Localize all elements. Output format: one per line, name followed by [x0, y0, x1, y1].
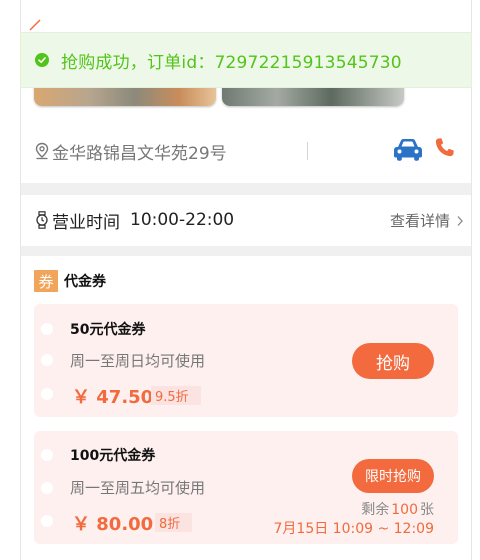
chevron-right-icon: [457, 215, 463, 226]
success-check-icon: [35, 53, 49, 67]
discount-badge: 8折: [155, 513, 193, 532]
stock-prefix: 剩余: [361, 502, 390, 518]
stock-suffix: 张: [420, 502, 434, 518]
discount-badge: 9.5折: [151, 386, 201, 405]
stock-count: 100: [391, 502, 418, 518]
voucher-usage: 周一至周五均可使用: [70, 479, 206, 497]
store-photo[interactable]: [222, 86, 404, 106]
voucher-card[interactable]: 100元代金券 周一至周五均可使用 ￥ 80.00 8折 限时抢购 剩余 100 张…: [34, 431, 458, 544]
remaining-stock: 剩余 100 张: [361, 499, 434, 519]
voucher-card[interactable]: 50元代金券 周一至周日均可使用 ￥ 47.50 9.5折 抢购: [34, 304, 458, 417]
address-text: 金华路锦昌文华苑29号: [52, 143, 227, 164]
card-dot: [41, 354, 53, 366]
voucher-section-title: 代金券: [64, 274, 106, 290]
voucher-name: 50元代金券: [70, 322, 146, 338]
sale-time-window: 7月15日 10:09 ~ 12:09: [273, 521, 435, 537]
location-pin-icon: [35, 142, 49, 160]
store-photo[interactable]: [34, 86, 216, 106]
card-dot: [41, 482, 53, 494]
photo-strip: [34, 86, 404, 108]
card-dot: [41, 388, 53, 400]
card-dot: [41, 515, 53, 527]
watch-icon: [36, 211, 48, 229]
view-details-label: 查看详情: [389, 212, 450, 230]
divider: [307, 142, 308, 160]
car-icon[interactable]: [392, 136, 424, 162]
voucher-usage: 周一至周日均可使用: [70, 352, 206, 370]
hours-value: 10:00-22:00: [130, 210, 235, 230]
phone-icon[interactable]: [432, 136, 456, 160]
voucher-section-header: 券 代金券: [34, 270, 106, 292]
section-gap: [21, 183, 471, 195]
corner-mark: [29, 19, 41, 31]
voucher-price: ￥ 80.00: [72, 514, 154, 535]
section-gap: [21, 246, 471, 256]
buy-button[interactable]: 抢购: [352, 343, 434, 379]
card-dot: [41, 449, 53, 461]
voucher-price: ￥ 47.50: [72, 387, 154, 408]
hours-label: 营业时间: [52, 212, 120, 233]
flash-sale-button[interactable]: 限时抢购: [352, 459, 434, 493]
success-toast: 抢购成功，订单id：72972215913545730: [20, 32, 472, 88]
voucher-badge: 券: [34, 270, 58, 292]
voucher-name: 100元代金券: [70, 448, 156, 464]
card-dot: [41, 323, 53, 335]
toast-message: 抢购成功，订单id：72972215913545730: [61, 52, 402, 73]
view-details-link[interactable]: 查看详情: [390, 210, 464, 231]
